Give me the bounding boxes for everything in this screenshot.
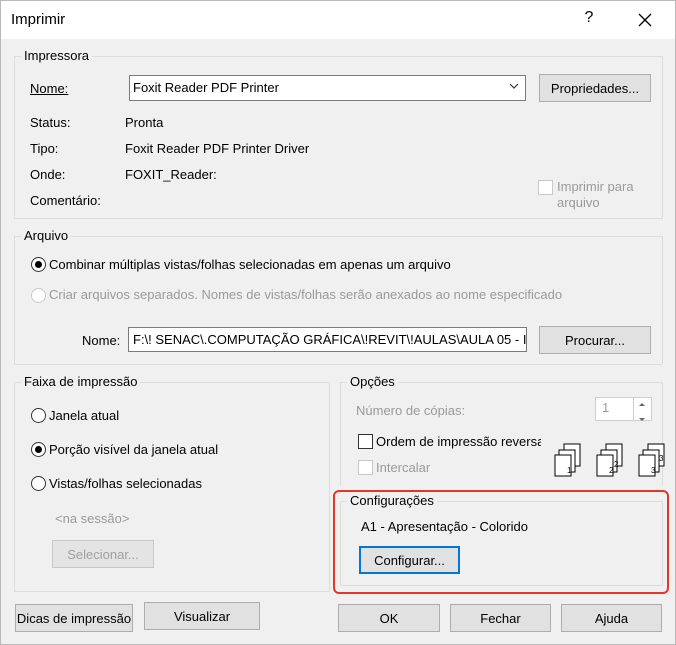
close-button[interactable]: Fechar — [450, 604, 551, 632]
svg-text:1: 1 — [567, 466, 572, 475]
collated-pages-icon-2: 2 2 — [596, 443, 623, 477]
visible-portion-radio[interactable] — [31, 442, 46, 457]
type-label: Tipo: — [30, 141, 59, 156]
print-to-file-label-2: arquivo — [557, 195, 600, 210]
selected-views-radio[interactable] — [31, 476, 46, 491]
svg-text:3: 3 — [659, 454, 664, 463]
title-bar: Imprimir ? — [1, 1, 675, 39]
svg-text:3: 3 — [651, 466, 656, 475]
copies-value: 1 — [602, 400, 610, 415]
collate-label: Intercalar — [376, 460, 431, 475]
settings-highlight — [333, 490, 669, 594]
where-value: FOXIT_Reader: — [125, 167, 217, 182]
session-text: <na sessão> — [55, 511, 130, 526]
combine-radio[interactable] — [31, 257, 46, 272]
select-button[interactable]: Selecionar... — [52, 540, 154, 568]
printer-name-label: Nome: — [30, 81, 69, 96]
properties-button[interactable]: Propriedades... — [539, 74, 651, 102]
current-window-radio[interactable] — [31, 408, 46, 423]
print-tips-button[interactable]: Dicas de impressão — [15, 604, 133, 632]
close-icon[interactable] — [627, 5, 663, 35]
current-window-label: Janela atual — [49, 408, 120, 423]
where-label: Onde: — [30, 167, 66, 182]
printer-name-select[interactable]: Foxit Reader PDF Printer — [129, 75, 526, 101]
combine-label: Combinar múltiplas vistas/folhas selecio… — [49, 257, 451, 272]
svg-text:2: 2 — [614, 460, 619, 469]
reverse-order-checkbox[interactable] — [358, 434, 373, 449]
printer-name-value: Foxit Reader PDF Printer — [133, 80, 279, 95]
copies-label: Número de cópias: — [356, 403, 466, 418]
type-value: Foxit Reader PDF Printer Driver — [125, 141, 310, 156]
visible-portion-label: Porção visível da janela atual — [49, 442, 219, 457]
status-label: Status: — [30, 115, 71, 130]
file-name-label: Nome: — [82, 333, 121, 348]
browse-button[interactable]: Procurar... — [539, 326, 651, 354]
file-group-label: Arquivo — [21, 228, 72, 243]
dialog-title: Imprimir — [11, 11, 66, 28]
file-name-input[interactable]: F:\! SENAC\.COMPUTAÇÃO GRÁFICA\!REVIT\!A… — [128, 327, 527, 352]
reverse-order-label: Ordem de impressão reversa — [376, 434, 541, 449]
ok-button[interactable]: OK — [338, 604, 440, 632]
spin-down-icon — [639, 418, 645, 421]
preview-button[interactable]: Visualizar — [144, 602, 260, 630]
options-group-label: Opções — [347, 374, 398, 389]
collate-checkbox[interactable] — [358, 460, 373, 475]
separate-radio[interactable] — [31, 288, 46, 303]
copies-spinner[interactable]: 1 — [595, 397, 652, 421]
help-icon[interactable]: ? — [579, 9, 599, 31]
print-to-file-checkbox[interactable] — [538, 180, 553, 195]
help-button[interactable]: Ajuda — [561, 604, 662, 632]
range-group-label: Faixa de impressão — [21, 374, 141, 389]
printer-group-label: Impressora — [21, 48, 93, 63]
status-value: Pronta — [125, 115, 164, 130]
print-to-file-label-1: Imprimir para — [557, 179, 634, 194]
chevron-down-icon — [509, 83, 519, 89]
separate-label: Criar arquivos separados. Nomes de vista… — [49, 287, 563, 302]
copies-stepper[interactable] — [633, 398, 651, 421]
comment-label: Comentário: — [30, 193, 101, 208]
print-dialog: Imprimir ? Impressora Nome: Foxit Reader… — [0, 0, 676, 645]
spin-up-icon — [639, 403, 645, 406]
selected-views-label: Vistas/folhas selecionadas — [49, 476, 202, 491]
collated-pages-icon-3: 3 3 — [638, 443, 665, 477]
collated-pages-icon: 1 — [554, 443, 581, 477]
